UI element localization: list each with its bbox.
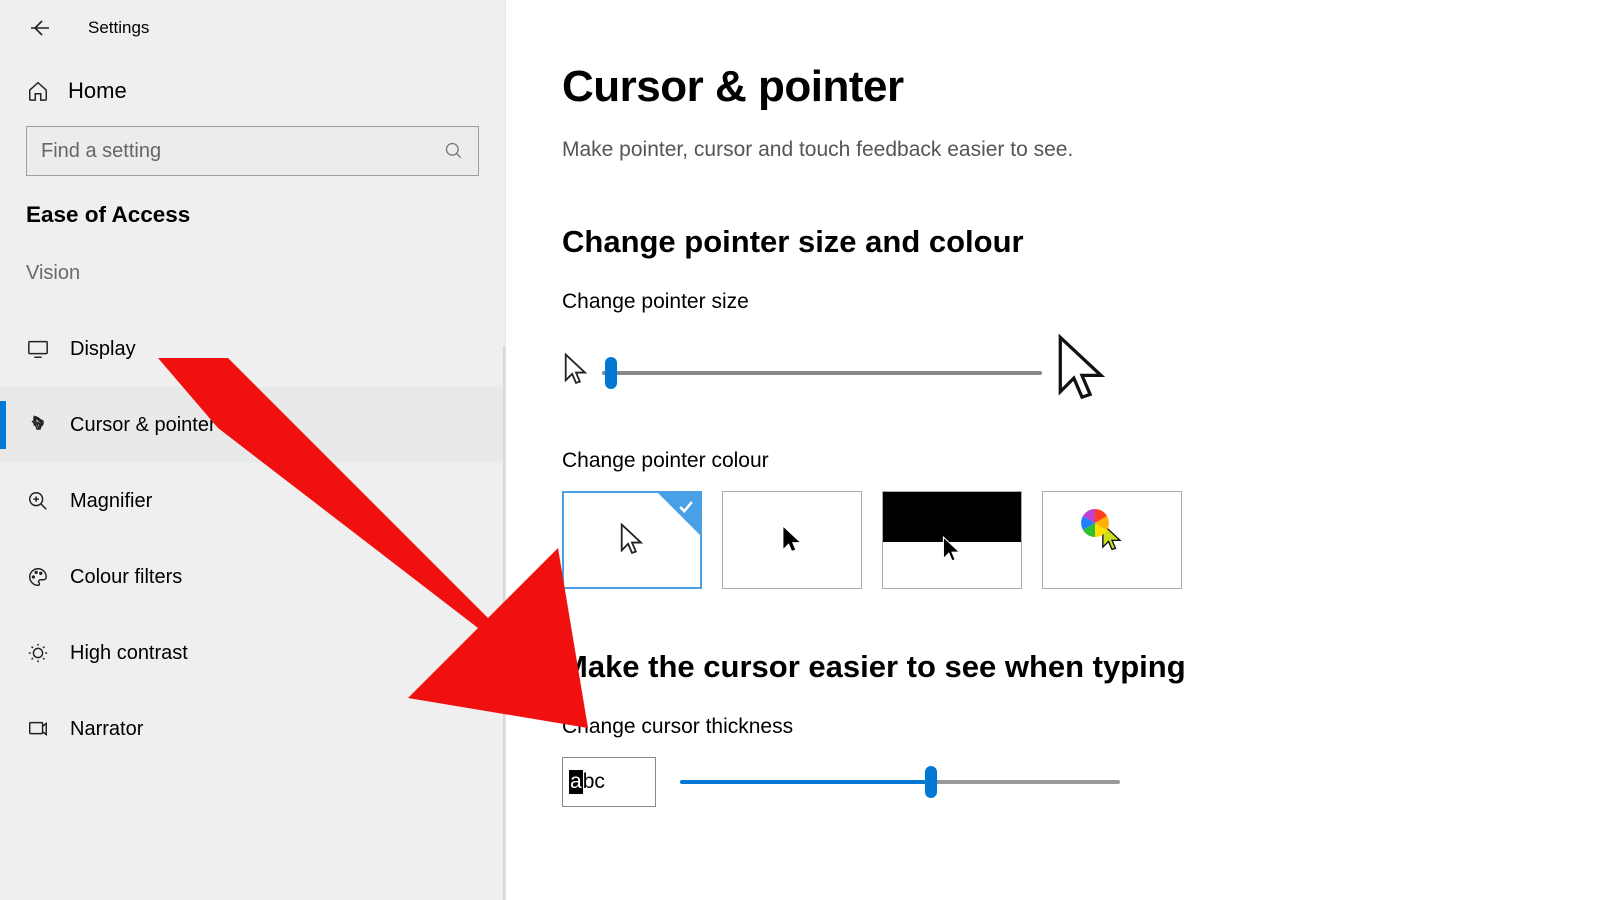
arrow-left-icon [28, 16, 52, 40]
cursor-icon [781, 525, 803, 555]
main-content: Cursor & pointer Make pointer, cursor an… [506, 0, 1600, 900]
magnifier-icon [26, 489, 50, 513]
sidebar-item-cursor-pointer[interactable]: Cursor & pointer [0, 387, 505, 463]
check-icon [676, 497, 696, 522]
pointer-colour-inverted[interactable] [882, 491, 1022, 589]
pointer-colour-custom[interactable] [1042, 491, 1182, 589]
sidebar-item-colour-filters[interactable]: Colour filters [0, 539, 505, 615]
page-subtitle: Make pointer, cursor and touch feedback … [562, 138, 1544, 162]
section-pointer-size-colour: Change pointer size and colour [562, 224, 1544, 260]
sidebar-item-home[interactable]: Home [0, 60, 505, 126]
pointer-icon [26, 413, 50, 437]
pointer-colour-label: Change pointer colour [562, 449, 1544, 473]
cursor-thickness-preview: abc [562, 757, 656, 807]
page-title: Cursor & pointer [562, 62, 1544, 112]
cursor-icon [619, 522, 645, 558]
sidebar-item-label: Cursor & pointer [70, 414, 216, 437]
home-label: Home [68, 78, 127, 104]
sidebar: Settings Home Find a setting Ease of Acc… [0, 0, 506, 900]
sidebar-item-magnifier[interactable]: Magnifier [0, 463, 505, 539]
pointer-colour-black[interactable] [722, 491, 862, 589]
pointer-size-slider[interactable] [602, 371, 1042, 375]
cursor-thickness-label: Change cursor thickness [562, 715, 1544, 739]
app-title: Settings [88, 18, 149, 38]
slider-thumb[interactable] [605, 357, 617, 389]
search-icon [444, 141, 464, 161]
search-input[interactable]: Find a setting [26, 126, 479, 176]
back-button[interactable] [26, 14, 54, 42]
sidebar-item-display[interactable]: Display [0, 311, 505, 387]
cursor-small-icon [562, 352, 590, 393]
sidebar-item-narrator[interactable]: Narrator [0, 691, 505, 767]
display-icon [26, 337, 50, 361]
group-label-vision: Vision [0, 262, 505, 311]
sidebar-item-high-contrast[interactable]: High contrast [0, 615, 505, 691]
section-cursor-typing: Make the cursor easier to see when typin… [562, 649, 1544, 685]
category-title: Ease of Access [0, 202, 505, 262]
sidebar-item-label: Narrator [70, 718, 143, 741]
colour-wheel-icon [1080, 508, 1110, 538]
slider-thumb[interactable] [925, 766, 937, 798]
sidebar-item-label: Colour filters [70, 566, 182, 589]
search-placeholder: Find a setting [41, 140, 161, 163]
sidebar-item-label: Display [70, 338, 136, 361]
cursor-large-icon [1054, 332, 1110, 413]
pointer-size-label: Change pointer size [562, 290, 1544, 314]
sidebar-item-label: Magnifier [70, 490, 152, 513]
home-icon [26, 79, 50, 103]
cursor-thickness-slider[interactable] [680, 766, 1120, 798]
palette-icon [26, 565, 50, 589]
cursor-icon [941, 535, 963, 565]
narrator-icon [26, 717, 50, 741]
pointer-colour-white[interactable] [562, 491, 702, 589]
contrast-icon [26, 641, 50, 665]
sidebar-divider [503, 346, 505, 900]
sidebar-item-label: High contrast [70, 642, 188, 665]
